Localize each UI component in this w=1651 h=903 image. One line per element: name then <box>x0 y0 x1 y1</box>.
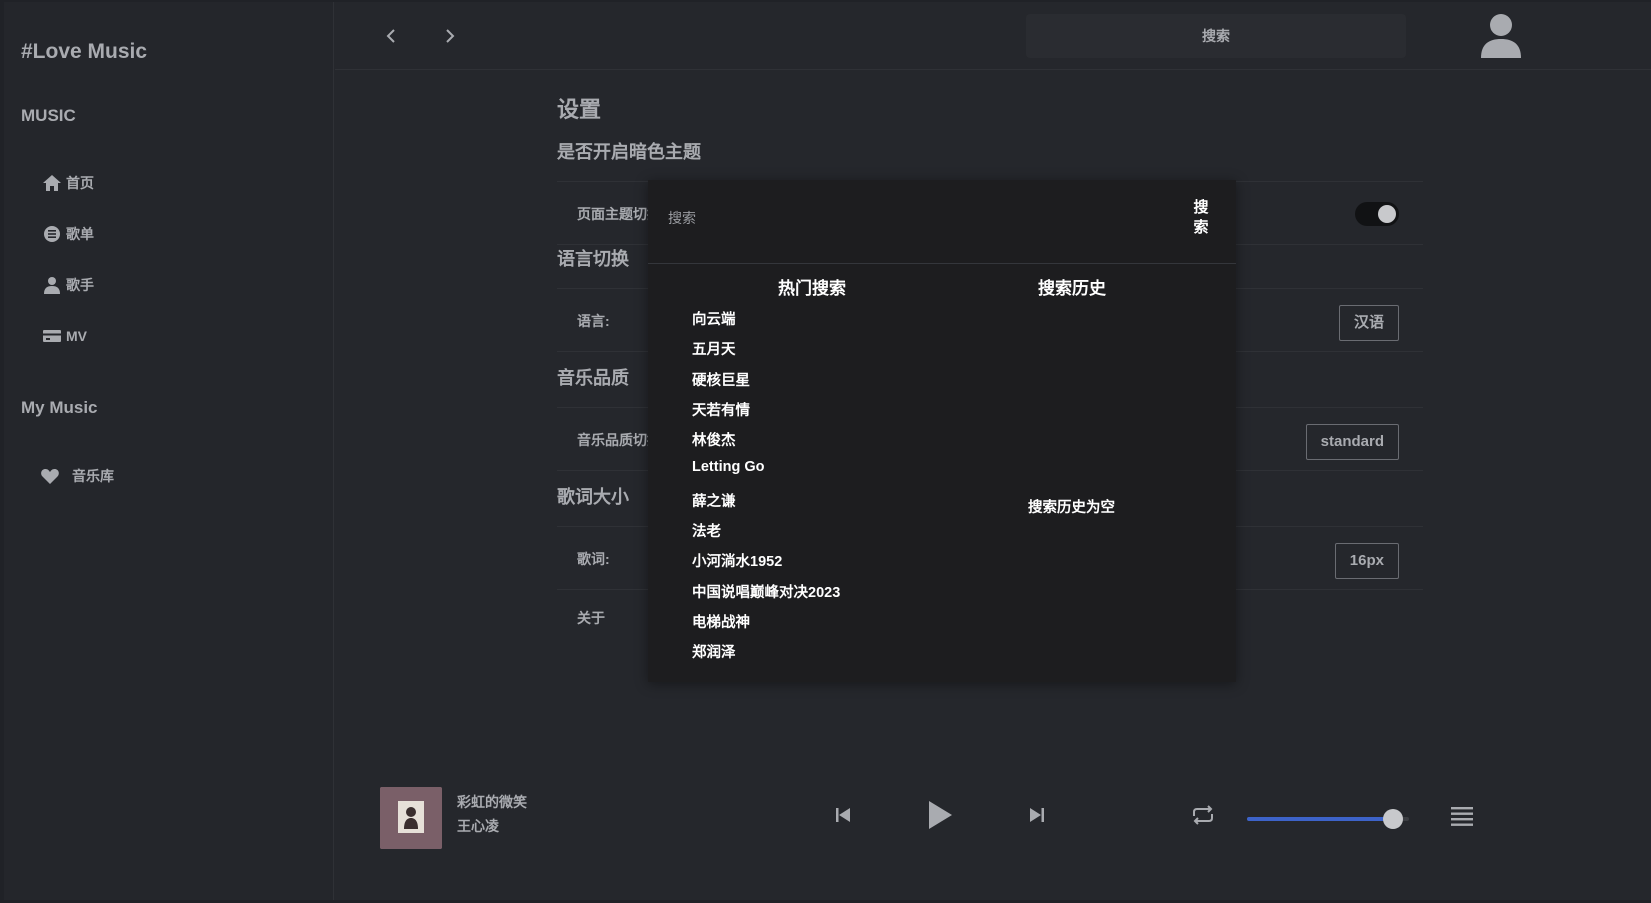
music-section-title: MUSIC <box>21 106 76 125</box>
heart-icon <box>41 469 59 484</box>
user-icon <box>44 277 60 294</box>
brand-logo[interactable]: #Love Music <box>21 40 147 64</box>
hot-search-list: 向云端 五月天 硬核巨星 天若有情 林俊杰 Letting Go 薛之谦 法老 小河淌水1952… <box>692 308 840 672</box>
video-icon <box>43 330 61 342</box>
prev-button[interactable] <box>834 806 852 829</box>
search-popover-header: 搜 索 <box>648 180 1236 264</box>
skip-previous-icon <box>836 808 850 822</box>
sidebar-item-label: 首页 <box>66 175 94 191</box>
page-title: 设置 <box>557 97 602 122</box>
lyric-label: 歌词: <box>577 551 610 567</box>
quality-button[interactable]: standard <box>1305 424 1399 460</box>
playlist-queue-button[interactable] <box>1450 806 1474 833</box>
top-search-input[interactable] <box>1026 14 1406 58</box>
search-history-empty: 搜索历史为空 <box>1028 500 1115 516</box>
play-icon <box>929 801 952 829</box>
lyric-size-button[interactable]: 16px <box>1334 543 1399 579</box>
album-cover-image <box>380 787 442 849</box>
search-history-title: 搜索历史 <box>1038 279 1106 298</box>
avatar[interactable] <box>1479 12 1523 58</box>
home-icon <box>43 175 61 191</box>
hot-search-item[interactable]: 薛之谦 <box>692 490 840 520</box>
hot-search-item[interactable]: 郑润泽 <box>692 641 840 671</box>
song-title: 彩虹的微笑 <box>457 794 527 810</box>
theme-group-title: 是否开启暗色主题 <box>557 142 701 162</box>
sidebar-item-playlist[interactable]: 歌单 <box>42 224 94 244</box>
popover-search-input[interactable] <box>668 206 1168 230</box>
hot-search-item[interactable]: 小河淌水1952 <box>692 550 840 580</box>
singer-name[interactable]: 王心凌 <box>457 816 499 836</box>
about-link[interactable]: 关于 <box>577 608 605 628</box>
hot-search-item[interactable]: 硬核巨星 <box>692 369 840 399</box>
mymusic-section-title: My Music <box>21 398 98 417</box>
playlist-icon <box>44 226 60 242</box>
sidebar-item-label: 歌手 <box>66 277 94 293</box>
theme-toggle[interactable] <box>1355 202 1399 226</box>
hot-search-item[interactable]: 天若有情 <box>692 399 840 429</box>
sidebar-item-mv[interactable]: MV <box>42 326 87 346</box>
language-button[interactable]: 汉语 <box>1338 305 1399 341</box>
sidebar-item-home[interactable]: 首页 <box>42 173 94 193</box>
sidebar-item-artist[interactable]: 歌手 <box>42 275 94 295</box>
play-button[interactable] <box>926 800 954 835</box>
user-avatar-icon <box>1481 14 1521 58</box>
sidebar: #Love Music MUSIC 首页 歌单 歌手 MV My Music 音… <box>4 2 334 900</box>
sidebar-item-label: 音乐库 <box>72 468 114 484</box>
hot-search-item[interactable]: 中国说唱巅峰对决2023 <box>692 581 840 611</box>
hot-search-title: 热门搜索 <box>778 279 846 298</box>
sidebar-item-library[interactable]: 音乐库 <box>40 466 114 486</box>
next-button[interactable] <box>1028 806 1046 829</box>
player-bar: 彩虹的微笑 王心凌 <box>335 778 1651 900</box>
lyric-group-title: 歌词大小 <box>557 487 629 507</box>
album-cover[interactable] <box>380 787 442 849</box>
skip-next-icon <box>1030 808 1044 822</box>
language-group-title: 语言切换 <box>557 249 629 269</box>
hot-search-item[interactable]: 电梯战神 <box>692 611 840 641</box>
popover-search-button[interactable]: 搜 索 <box>1188 198 1214 238</box>
forward-button[interactable] <box>438 24 462 48</box>
hot-search-item[interactable]: 五月天 <box>692 338 840 368</box>
hot-search-item[interactable]: 向云端 <box>692 308 840 338</box>
repeat-icon <box>1193 805 1213 825</box>
quality-group-title: 音乐品质 <box>557 368 629 388</box>
search-popover: 搜 索 热门搜索 搜索历史 向云端五月天硬核巨星天若有情林俊杰Letting G… <box>648 180 1236 682</box>
back-button[interactable] <box>379 24 403 48</box>
sidebar-item-label: MV <box>66 328 87 344</box>
sidebar-item-label: 歌单 <box>66 226 94 242</box>
volume-slider[interactable] <box>1247 809 1409 829</box>
chevron-left-icon <box>386 29 395 43</box>
repeat-button[interactable] <box>1190 805 1216 830</box>
hot-search-item[interactable]: 林俊杰 <box>692 429 840 459</box>
top-bar <box>335 2 1651 70</box>
volume-fill <box>1247 817 1393 821</box>
menu-list-icon <box>1451 807 1473 826</box>
hot-search-item[interactable]: Letting Go <box>692 459 840 489</box>
chevron-right-icon <box>446 29 455 43</box>
hot-search-item[interactable]: 法老 <box>692 520 840 550</box>
language-label: 语言: <box>577 313 610 329</box>
volume-knob[interactable] <box>1382 809 1403 829</box>
